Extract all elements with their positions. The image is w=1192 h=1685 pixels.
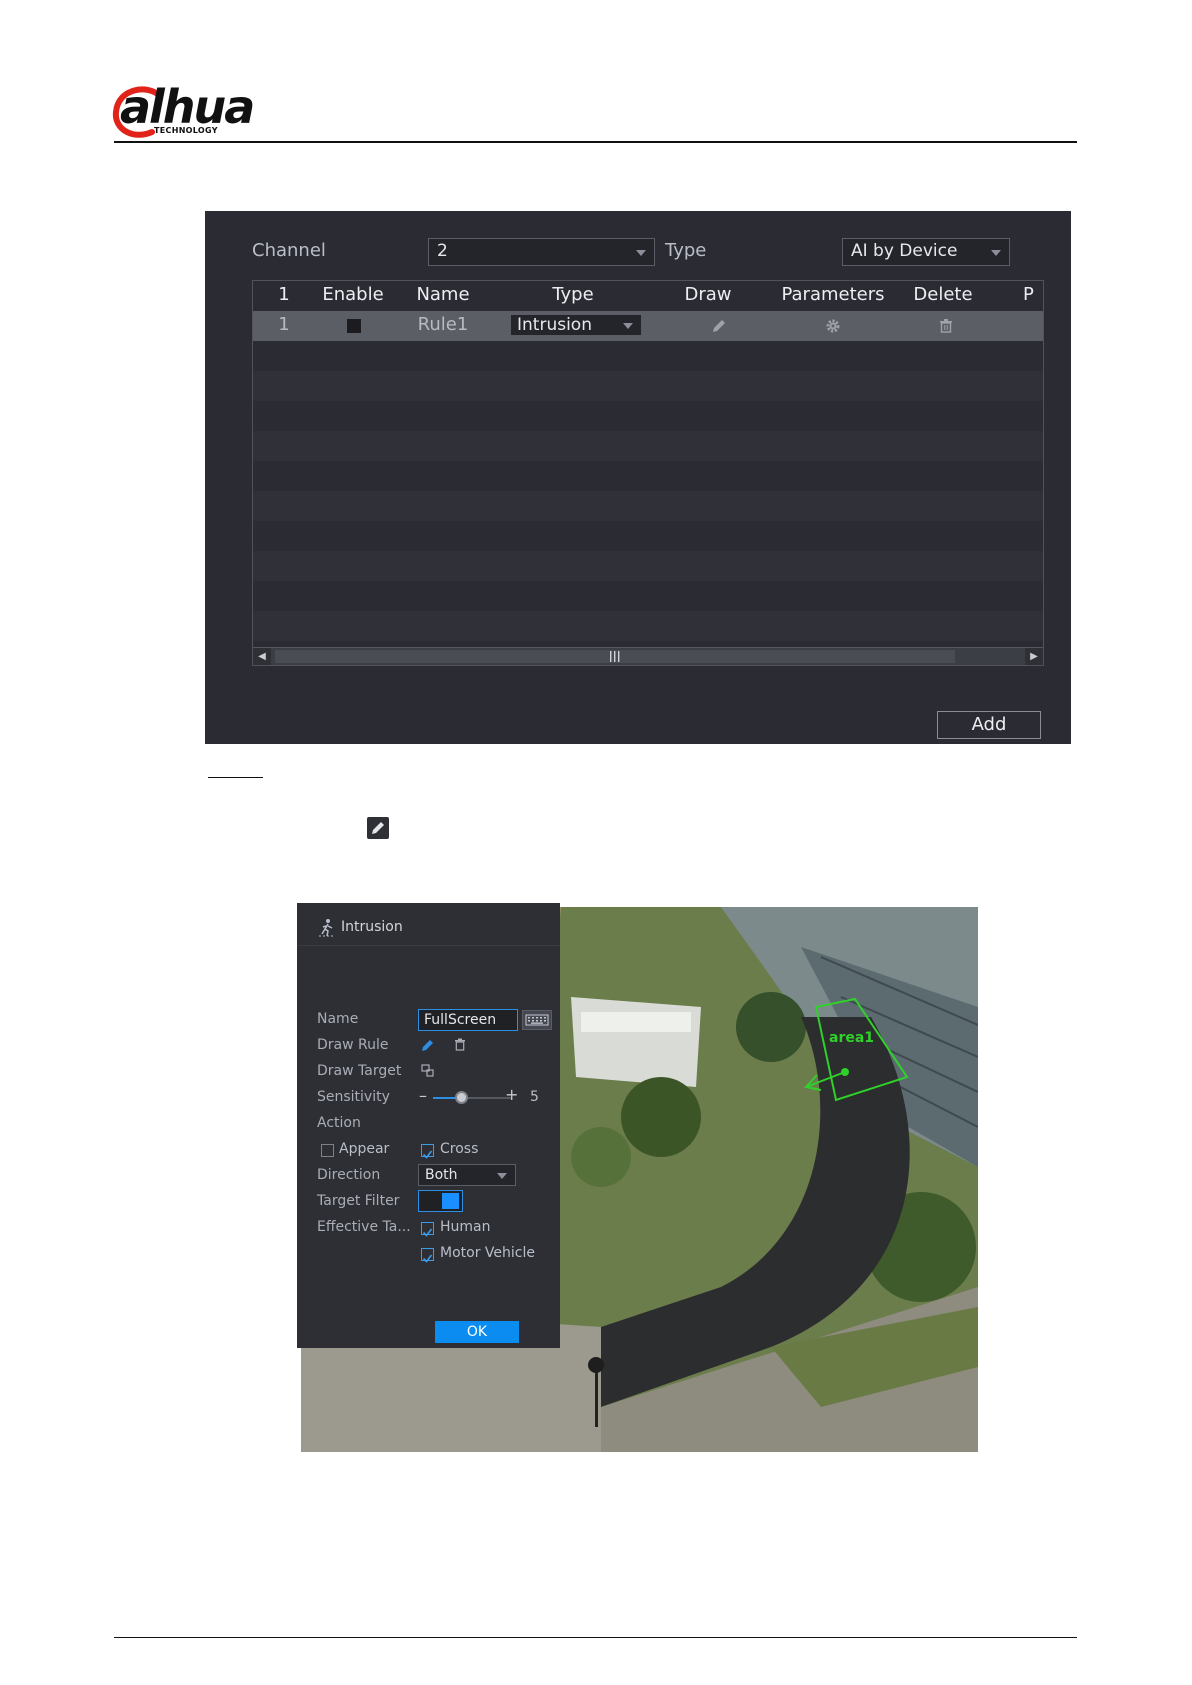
row-type-value: Intrusion <box>517 315 592 335</box>
scroll-left-icon[interactable]: ◀ <box>253 648 271 665</box>
draw-target-icon[interactable] <box>420 1063 436 1079</box>
area-label: area1 <box>829 1030 875 1046</box>
effective-target-label: Effective Ta... <box>317 1219 411 1235</box>
direction-select[interactable]: Both <box>418 1164 516 1186</box>
action-label: Action <box>317 1115 361 1131</box>
table-row <box>253 401 1043 431</box>
channel-select[interactable]: 2 <box>428 238 655 266</box>
pencil-icon[interactable] <box>710 317 728 335</box>
human-label: Human <box>440 1219 491 1235</box>
motor-vehicle-label: Motor Vehicle <box>440 1245 535 1261</box>
target-filter-label: Target Filter <box>317 1193 400 1209</box>
col-delete: Delete <box>913 284 973 305</box>
col-index: 1 <box>278 284 290 305</box>
type-label: Type <box>665 240 707 261</box>
add-button[interactable]: Add <box>937 711 1041 739</box>
scroll-thumb[interactable] <box>275 650 955 663</box>
grip-icon <box>610 651 620 662</box>
cross-checkbox[interactable] <box>421 1144 434 1159</box>
chevron-down-icon <box>497 1173 507 1179</box>
sensitivity-label: Sensitivity <box>317 1089 390 1105</box>
panel-title: Intrusion <box>341 919 403 935</box>
direction-label: Direction <box>317 1167 381 1183</box>
trash-icon[interactable] <box>937 317 955 335</box>
sensitivity-slider[interactable] <box>433 1091 511 1104</box>
title-divider <box>297 945 560 946</box>
name-input[interactable]: FullScreen <box>418 1009 518 1031</box>
table-row <box>253 341 1043 371</box>
intrusion-panel: Intrusion Name FullScreen Draw Rule Draw… <box>297 903 560 1348</box>
scroll-right-icon[interactable]: ▶ <box>1025 648 1043 665</box>
chevron-down-icon <box>636 250 646 256</box>
table-row[interactable]: 1 Rule1 Intrusion <box>253 311 1043 341</box>
appear-label: Appear <box>339 1141 390 1157</box>
col-parameters: Parameters <box>781 284 885 305</box>
direction-value: Both <box>425 1167 458 1183</box>
human-checkbox[interactable] <box>421 1222 434 1237</box>
row-type-select[interactable]: Intrusion <box>510 314 642 336</box>
sensitivity-value: 5 <box>530 1089 539 1105</box>
gear-icon[interactable] <box>824 317 842 335</box>
table-row <box>253 581 1043 611</box>
name-label: Name <box>317 1011 359 1027</box>
col-name: Name <box>416 284 470 305</box>
col-draw: Draw <box>684 284 732 305</box>
rules-table: 1 Enable Name Type Draw Parameters Delet… <box>252 280 1044 666</box>
draw-target-label: Draw Target <box>317 1063 402 1079</box>
minus-icon[interactable]: – <box>419 1086 427 1105</box>
enable-checkbox[interactable] <box>347 319 361 333</box>
table-row <box>253 491 1043 521</box>
logo-subtitle: TECHNOLOGY <box>154 126 218 135</box>
pencil-icon[interactable] <box>420 1037 436 1053</box>
ok-button[interactable]: OK <box>435 1321 519 1343</box>
trash-icon[interactable] <box>452 1037 468 1053</box>
table-row <box>253 521 1043 551</box>
intrusion-person-icon <box>319 919 335 937</box>
target-filter-toggle[interactable] <box>418 1190 463 1212</box>
type-select[interactable]: AI by Device <box>842 238 1010 266</box>
table-row <box>253 431 1043 461</box>
channel-label: Channel <box>252 240 326 261</box>
inline-pencil-icon <box>367 817 389 839</box>
check-icon <box>422 1228 433 1237</box>
table-header: 1 Enable Name Type Draw Parameters Delet… <box>253 281 1043 311</box>
chevron-down-icon <box>991 250 1001 256</box>
plus-icon[interactable]: + <box>505 1085 518 1104</box>
rules-screen: Channel 2 Type AI by Device 1 Enable Nam… <box>205 211 1071 744</box>
check-icon <box>422 1150 433 1159</box>
table-row <box>253 371 1043 401</box>
check-icon <box>422 1254 433 1263</box>
motor-vehicle-checkbox[interactable] <box>421 1248 434 1263</box>
channel-value: 2 <box>437 241 448 261</box>
table-row <box>253 551 1043 581</box>
step-underline <box>208 777 263 778</box>
footer-rule <box>114 1637 1077 1638</box>
horizontal-scrollbar[interactable]: ◀ ▶ <box>253 647 1043 665</box>
chevron-down-icon <box>623 323 633 329</box>
col-type: Type <box>552 284 594 305</box>
col-truncated: P <box>1023 284 1034 305</box>
header-rule <box>114 141 1077 143</box>
row-index: 1 <box>278 314 290 335</box>
dahua-logo: alhua TECHNOLOGY <box>112 80 272 138</box>
draw-rule-label: Draw Rule <box>317 1037 389 1053</box>
table-row <box>253 461 1043 491</box>
keyboard-icon[interactable] <box>522 1010 552 1030</box>
toggle-knob <box>442 1193 459 1209</box>
appear-checkbox[interactable] <box>321 1144 334 1157</box>
cross-label: Cross <box>440 1141 479 1157</box>
table-row <box>253 611 1043 641</box>
row-name: Rule1 <box>417 314 469 335</box>
type-value: AI by Device <box>851 241 958 261</box>
slider-thumb[interactable] <box>455 1091 468 1104</box>
col-enable: Enable <box>322 284 384 305</box>
